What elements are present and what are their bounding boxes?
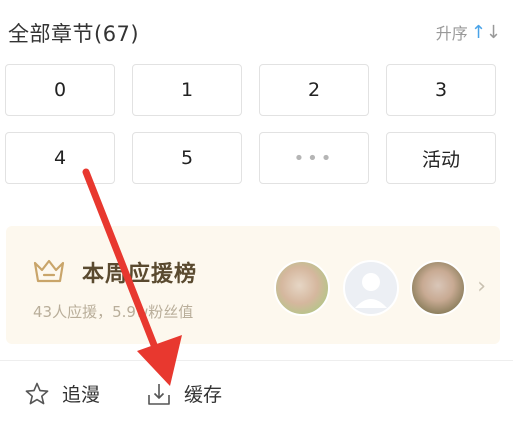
sort-order-icon: ↑↓ bbox=[470, 21, 501, 43]
fan-board-title: 本周应援榜 bbox=[82, 262, 198, 287]
star-icon bbox=[25, 382, 49, 404]
fan-board-stats: 43人应援，5.9w粉丝值 bbox=[33, 303, 194, 321]
weekly-fan-board[interactable]: 本周应援榜 43人应援，5.9w粉丝值 › bbox=[6, 226, 500, 344]
cache-button[interactable]: 缓存 bbox=[146, 380, 222, 407]
chapter-chip-0[interactable]: 0 bbox=[5, 64, 115, 116]
fan-avatar-1 bbox=[274, 260, 330, 316]
sort-toggle[interactable]: 升序 ↑↓ bbox=[436, 20, 501, 44]
fan-avatar-2 bbox=[343, 260, 399, 316]
follow-label: 追漫 bbox=[62, 384, 101, 406]
sort-label: 升序 bbox=[435, 24, 468, 43]
chapter-count-title: 全部章节(67) bbox=[8, 22, 140, 46]
event-chip[interactable]: 活动 bbox=[386, 132, 496, 184]
default-avatar-icon bbox=[355, 273, 387, 308]
chapter-chip-2[interactable]: 2 bbox=[259, 64, 369, 116]
chapter-chip-3[interactable]: 3 bbox=[386, 64, 496, 116]
download-icon bbox=[148, 383, 170, 405]
chapter-chip-4[interactable]: 4 bbox=[5, 132, 115, 184]
chevron-right-icon: › bbox=[477, 274, 486, 299]
fan-avatar-3 bbox=[410, 260, 466, 316]
cache-label: 缓存 bbox=[184, 384, 223, 406]
chapter-chip-1[interactable]: 1 bbox=[132, 64, 242, 116]
follow-button[interactable]: 追漫 bbox=[24, 380, 100, 407]
chapter-grid: 0 1 2 3 4 5 ••• 活动 bbox=[5, 64, 497, 184]
chapter-chip-5[interactable]: 5 bbox=[132, 132, 242, 184]
chapter-header: 全部章节(67) 升序 ↑↓ bbox=[0, 0, 513, 62]
more-chapters-button[interactable]: ••• bbox=[259, 132, 369, 184]
crown-icon bbox=[33, 259, 65, 283]
divider bbox=[0, 360, 513, 361]
